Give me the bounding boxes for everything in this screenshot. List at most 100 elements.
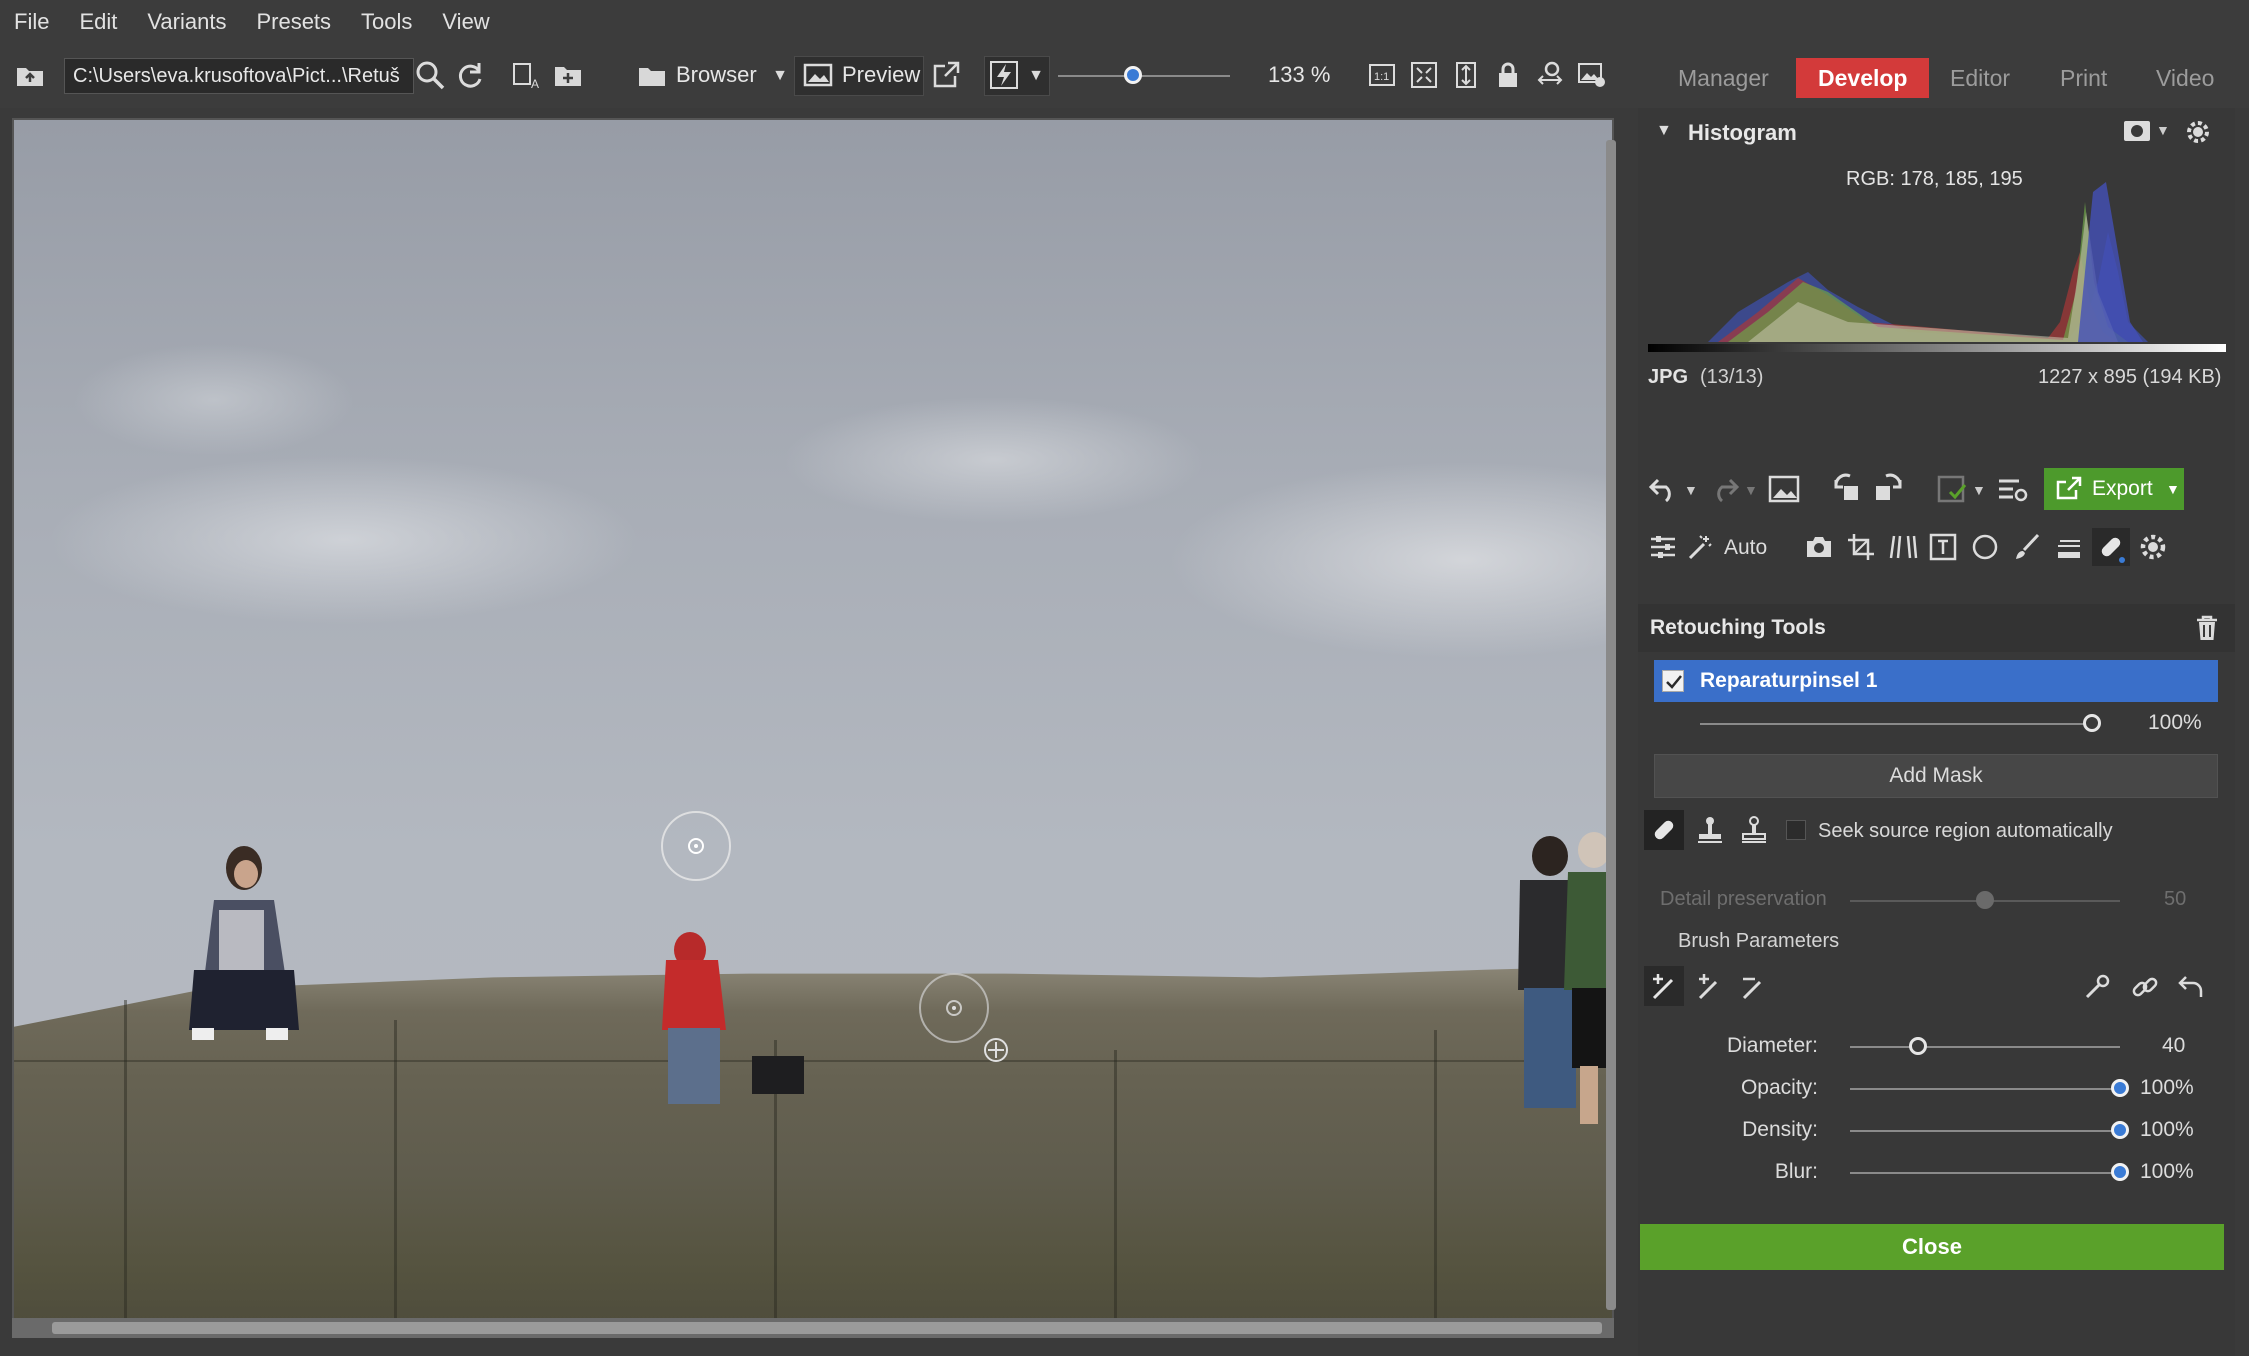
detail-preservation-slider-knob[interactable] [1976, 891, 1994, 909]
chevron-down-icon[interactable]: ▼ [2156, 122, 2170, 138]
retouch-tool-icon[interactable] [2092, 528, 2130, 566]
tab-editor[interactable]: Editor [1950, 58, 2010, 98]
horizontal-scrollbar[interactable] [12, 1318, 1614, 1338]
chevron-down-icon[interactable]: ▼ [1744, 482, 1758, 498]
redo-icon[interactable] [1708, 474, 1740, 509]
menu-file[interactable]: File [14, 9, 49, 35]
export-button[interactable]: Export ▼ [2044, 468, 2184, 510]
clone-stamp-icon[interactable] [1694, 814, 1726, 851]
search-icon[interactable] [414, 60, 446, 92]
zoom-slider-knob[interactable] [1124, 66, 1142, 84]
brush-add-alt-icon[interactable] [1694, 970, 1726, 1007]
layer-opacity-slider[interactable] [1700, 723, 2092, 725]
brush-erase-icon[interactable] [1738, 970, 1770, 1007]
brush-add-icon[interactable] [1644, 966, 1684, 1006]
menu-presets[interactable]: Presets [256, 9, 331, 35]
menu-tools[interactable]: Tools [361, 9, 412, 35]
refresh-icon[interactable] [454, 60, 486, 92]
batch-settings-icon[interactable] [1996, 474, 2028, 509]
menu-variants[interactable]: Variants [147, 9, 226, 35]
path-input[interactable]: C:\Users\eva.krusoftova\Pict...\Retuš [64, 58, 414, 94]
rock-crack [394, 1020, 397, 1336]
add-folder-icon[interactable] [552, 60, 584, 92]
toolbar: C:\Users\eva.krusoftova\Pict...\Retuš A … [0, 44, 2249, 108]
layer-name: Reparaturpinsel 1 [1700, 669, 1878, 692]
auto-button[interactable]: Auto [1724, 536, 1767, 560]
brush-param-slider[interactable] [1850, 1046, 2120, 1048]
original-image-icon[interactable] [1768, 474, 1800, 509]
browser-button[interactable]: Browser [676, 62, 757, 88]
seek-source-checkbox[interactable] [1786, 820, 1806, 840]
brush-icon[interactable] [2012, 532, 2042, 567]
camera-icon[interactable] [1804, 532, 1834, 567]
histogram-mode-icon[interactable] [2122, 118, 2152, 149]
collapse-triangle-icon[interactable]: ▼ [1656, 122, 1672, 140]
flash-icon[interactable] [988, 60, 1020, 92]
eyedropper-icon[interactable] [2082, 972, 2112, 1007]
person-sitting [189, 846, 299, 1040]
trash-icon[interactable] [2194, 614, 2220, 647]
folder-up-icon[interactable] [14, 60, 46, 92]
settings-icon[interactable] [2138, 532, 2168, 567]
brush-param-slider-knob[interactable] [2111, 1163, 2129, 1181]
text-frame-icon[interactable] [1928, 532, 1958, 567]
reset-icon[interactable] [2176, 972, 2206, 1007]
horizontal-scrollbar-thumb[interactable] [52, 1322, 1602, 1334]
gradient-filter-icon[interactable] [2054, 532, 2084, 567]
healing-brush-icon[interactable] [1644, 810, 1684, 850]
menu-view[interactable]: View [442, 9, 489, 35]
close-button[interactable]: Close [1640, 1224, 2224, 1270]
brush-param-slider[interactable] [1850, 1088, 2120, 1090]
circle-filter-icon[interactable] [1970, 532, 2000, 567]
tab-develop[interactable]: Develop [1796, 58, 1930, 98]
fit-height-icon[interactable] [1450, 60, 1482, 92]
clone-stamp-alt-icon[interactable] [1738, 814, 1770, 851]
brush-param-slider[interactable] [1850, 1172, 2120, 1174]
chevron-down-icon[interactable]: ▼ [1972, 482, 1986, 498]
retouch-layer-row[interactable]: Reparaturpinsel 1 [1654, 660, 2218, 702]
crop-icon[interactable] [1846, 532, 1876, 567]
auto-wand-icon[interactable] [1686, 532, 1716, 567]
brush-param-slider-knob[interactable] [1908, 1037, 1927, 1055]
chevron-down-icon[interactable]: ▼ [1684, 482, 1698, 498]
undo-icon[interactable] [1648, 474, 1680, 509]
layer-checkbox[interactable] [1662, 670, 1684, 692]
brush-parameters-title: Brush Parameters [1678, 930, 1840, 952]
save-icon[interactable] [1936, 474, 1968, 509]
chevron-down-icon[interactable]: ▼ [2166, 468, 2180, 510]
tab-video[interactable]: Video [2156, 58, 2214, 98]
layer-opacity-value: 100% [2148, 711, 2202, 734]
file-format: JPG [1648, 366, 1689, 388]
external-link-icon[interactable] [930, 60, 962, 92]
perspective-icon[interactable] [1888, 532, 1918, 567]
fit-screen-icon[interactable] [1408, 60, 1440, 92]
lock-icon[interactable] [1492, 60, 1524, 92]
layer-opacity-slider-knob[interactable] [2083, 714, 2101, 732]
rotate-left-icon[interactable] [1832, 472, 1864, 509]
compare-zoom-icon[interactable] [1534, 60, 1566, 92]
preview-button[interactable]: Preview [842, 62, 920, 88]
adjustments-icon[interactable] [1648, 532, 1678, 567]
add-mask-button[interactable]: Add Mask [1654, 754, 2218, 798]
photo-canvas[interactable] [12, 118, 1614, 1338]
sort-icon[interactable]: A [510, 60, 542, 92]
rock-crack [1114, 1050, 1117, 1336]
chevron-down-icon[interactable]: ▼ [764, 60, 796, 92]
rotate-right-icon[interactable] [1872, 472, 1904, 509]
brush-param-slider-knob[interactable] [2111, 1121, 2129, 1139]
brush-param-value: 100% [2140, 1076, 2194, 1099]
brush-param-slider-knob[interactable] [2111, 1079, 2129, 1097]
gear-icon[interactable] [2184, 118, 2212, 151]
zoom-slider[interactable] [1058, 75, 1230, 77]
browser-icon[interactable] [636, 60, 668, 92]
tab-print[interactable]: Print [2060, 58, 2107, 98]
image-settings-icon[interactable] [1576, 60, 1608, 92]
tab-manager[interactable]: Manager [1678, 58, 1769, 98]
chevron-down-icon[interactable]: ▼ [1020, 60, 1052, 92]
brush-param-slider[interactable] [1850, 1130, 2120, 1132]
zoom-1to1-icon[interactable]: 1:1 [1366, 60, 1398, 92]
menu-edit[interactable]: Edit [79, 9, 117, 35]
right-panel: ▼ Histogram ▼ RGB: 178, 185, 195 JPG (13… [1638, 108, 2235, 1356]
link-icon[interactable] [2130, 972, 2160, 1007]
vertical-scrollbar[interactable] [1606, 140, 1616, 1310]
